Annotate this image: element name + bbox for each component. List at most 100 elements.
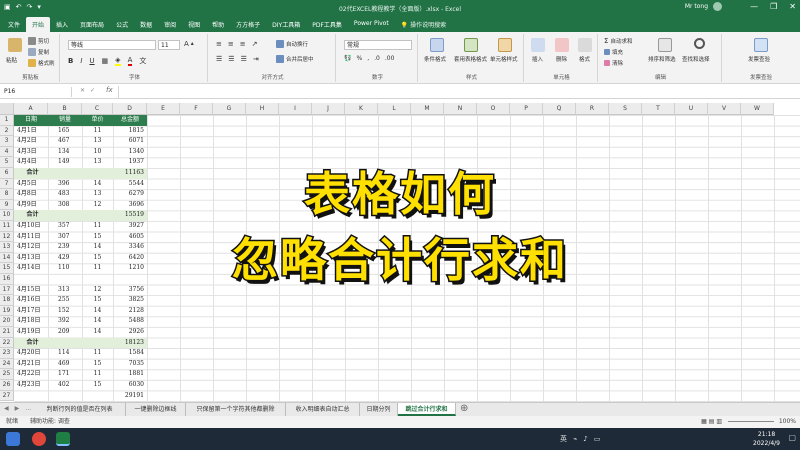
page-break-icon[interactable]: ▥ — [716, 418, 722, 425]
excel-taskbar-icon[interactable] — [56, 432, 70, 446]
invoice-check-button[interactable]: 发票查验 — [748, 55, 770, 63]
table-cell[interactable]: 5488 — [113, 316, 147, 327]
zoom-level[interactable]: 100% — [779, 416, 796, 428]
table-cell[interactable]: 255 — [48, 295, 82, 306]
percent-icon[interactable]: % — [356, 55, 362, 62]
tab-0[interactable]: 文件 — [2, 17, 26, 32]
table-cell[interactable]: 3825 — [113, 295, 147, 306]
table-cell[interactable]: 467 — [48, 136, 82, 147]
tell-me-search[interactable]: 💡 操作说明搜索 — [395, 17, 452, 32]
table-cell[interactable]: 合计 — [14, 338, 48, 349]
orientation-icon[interactable]: ↗ — [252, 40, 258, 48]
user-name[interactable]: Mr tong — [685, 3, 708, 10]
align-bottom-icon[interactable]: ≡ — [240, 40, 246, 48]
table-cell[interactable]: 209 — [48, 327, 82, 338]
font-size-select[interactable]: 11 — [158, 40, 180, 50]
copy-button[interactable]: 复制 — [28, 48, 49, 56]
column-header[interactable]: F — [180, 103, 213, 115]
table-cell[interactable]: 4月22日 — [14, 369, 48, 380]
table-cell[interactable]: 6030 — [113, 380, 147, 391]
indent-icon[interactable]: ⇥ — [253, 55, 259, 63]
row-header[interactable]: 21 — [0, 327, 14, 338]
sheet-tab[interactable]: 收入明细表自动汇总 — [286, 403, 360, 416]
table-cell[interactable]: 10 — [82, 147, 113, 158]
confirm-formula-icon[interactable]: ✓ — [90, 87, 95, 94]
table-cell[interactable]: 1584 — [113, 348, 147, 359]
table-cell[interactable]: 4月1日 — [14, 126, 48, 137]
table-cell[interactable]: 4月19日 — [14, 327, 48, 338]
row-header[interactable]: 26 — [0, 380, 14, 391]
font-name-select[interactable]: 等线 — [68, 40, 156, 50]
table-cell[interactable] — [82, 391, 113, 402]
select-all-corner[interactable] — [0, 103, 14, 115]
table-cell[interactable]: 1815 — [113, 126, 147, 137]
column-header[interactable]: M — [411, 103, 444, 115]
table-cell[interactable]: 15 — [82, 380, 113, 391]
column-header[interactable]: J — [312, 103, 345, 115]
next-sheet-icon[interactable]: ▶ — [15, 405, 20, 412]
italic-button[interactable]: I — [80, 57, 82, 65]
table-cell[interactable]: 469 — [48, 359, 82, 370]
table-cell[interactable]: 14 — [82, 316, 113, 327]
tab-3[interactable]: 页面布局 — [74, 17, 110, 32]
tab-11[interactable]: PDF工具集 — [306, 17, 348, 32]
table-cell[interactable]: 18123 — [113, 338, 147, 349]
table-cell[interactable]: 4月21日 — [14, 359, 48, 370]
column-header[interactable]: K — [345, 103, 378, 115]
tab-2[interactable]: 插入 — [50, 17, 74, 32]
column-header[interactable]: A — [14, 103, 48, 115]
tab-9[interactable]: 方方格子 — [230, 17, 266, 32]
column-header[interactable]: S — [609, 103, 642, 115]
add-sheet-button[interactable]: ⊕ — [460, 403, 468, 414]
tab-6[interactable]: 审阅 — [158, 17, 182, 32]
border-icon[interactable]: ▦ — [102, 57, 109, 65]
battery-icon[interactable]: ▭ — [594, 435, 601, 443]
windows-start-icon[interactable] — [6, 432, 20, 446]
formula-input[interactable] — [118, 86, 794, 98]
table-cell[interactable]: 11 — [82, 369, 113, 380]
table-format-button[interactable]: 套用表格格式 — [454, 55, 488, 63]
table-cell[interactable]: 11 — [82, 126, 113, 137]
table-cell[interactable]: 134 — [48, 147, 82, 158]
comma-icon[interactable]: , — [367, 55, 369, 62]
table-cell[interactable]: 1340 — [113, 147, 147, 158]
column-header[interactable]: O — [477, 103, 510, 115]
zoom-slider[interactable] — [728, 421, 774, 422]
column-header[interactable]: U — [675, 103, 708, 115]
table-cell[interactable]: 15 — [82, 359, 113, 370]
table-cell[interactable]: 14 — [82, 306, 113, 317]
tab-7[interactable]: 视图 — [182, 17, 206, 32]
column-header[interactable]: N — [444, 103, 477, 115]
maximize-button[interactable]: ❐ — [770, 2, 777, 11]
format-cells-button[interactable]: 格式 — [579, 55, 590, 63]
row-header[interactable]: 25 — [0, 369, 14, 380]
table-header-cell[interactable]: 总金额 — [113, 115, 147, 126]
column-header[interactable]: Q — [543, 103, 576, 115]
column-header[interactable]: V — [708, 103, 741, 115]
cell-styles-button[interactable]: 单元格样式 — [490, 55, 518, 63]
sort-filter-button[interactable]: 排序和筛选 — [648, 55, 676, 63]
table-header-cell[interactable]: 单价 — [82, 115, 113, 126]
insert-function-button[interactable]: fx — [106, 86, 113, 94]
column-header[interactable]: W — [741, 103, 774, 115]
table-header-cell[interactable]: 销量 — [48, 115, 82, 126]
tab-10[interactable]: DIY工具箱 — [266, 17, 306, 32]
column-header[interactable]: L — [378, 103, 411, 115]
prev-sheet-icon[interactable]: ◀ — [4, 405, 9, 412]
row-header[interactable]: 19 — [0, 305, 14, 317]
row-header[interactable]: 4 — [0, 146, 14, 158]
column-header[interactable]: D — [113, 103, 147, 115]
sheet-tab[interactable]: 判断行列的值是否在列表 — [34, 403, 126, 416]
clock[interactable]: 21:18 2022/4/9 — [753, 430, 780, 448]
tab-1[interactable]: 开始 — [26, 17, 51, 32]
table-cell[interactable]: 392 — [48, 316, 82, 327]
table-cell[interactable]: 4月17日 — [14, 306, 48, 317]
tab-4[interactable]: 公式 — [110, 17, 134, 32]
table-cell[interactable] — [82, 338, 113, 349]
table-cell[interactable]: 14 — [82, 327, 113, 338]
close-button[interactable]: ✕ — [789, 2, 796, 11]
table-cell[interactable] — [14, 391, 48, 402]
fill-color-icon[interactable]: ◈ — [115, 56, 121, 66]
clear-button[interactable]: 清除 — [604, 59, 623, 67]
table-cell[interactable]: 2128 — [113, 306, 147, 317]
